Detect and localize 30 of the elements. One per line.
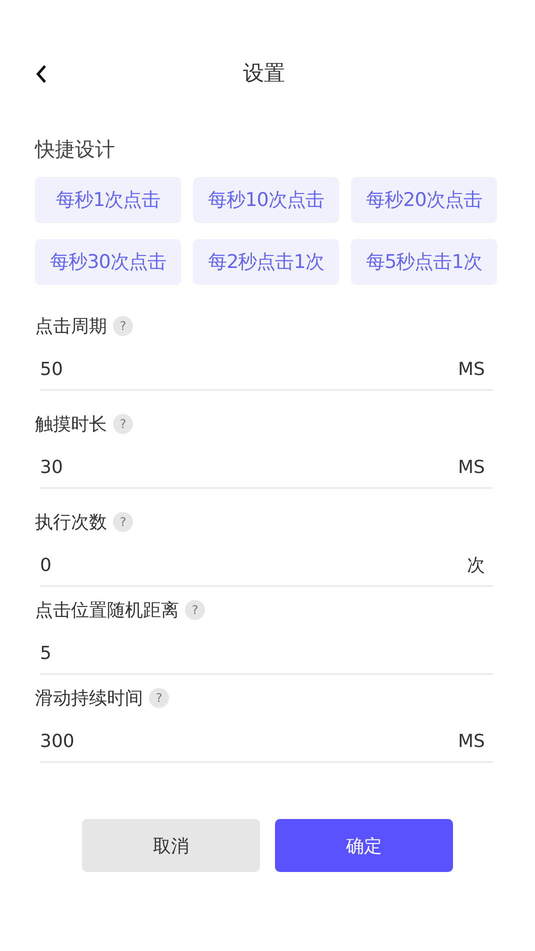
page-title: 设置	[243, 60, 285, 87]
field-label: 执行次数	[35, 511, 107, 534]
help-icon[interactable]: ?	[113, 316, 133, 336]
unit-label: MS	[458, 358, 485, 380]
preset-button[interactable]: 每5秒点击1次	[351, 239, 497, 285]
input-field[interactable]: 5	[40, 633, 493, 675]
section-title: 快捷设计	[35, 136, 116, 163]
help-icon[interactable]: ?	[149, 688, 169, 708]
input-field[interactable]: 30 MS	[40, 447, 493, 489]
unit-label: 次	[467, 554, 485, 577]
field-label: 点击周期	[35, 315, 107, 338]
preset-button[interactable]: 每秒20次点击	[351, 177, 497, 223]
confirm-button[interactable]: 确定	[275, 819, 453, 872]
cancel-button[interactable]: 取消	[82, 819, 260, 872]
help-icon[interactable]: ?	[113, 512, 133, 532]
preset-button[interactable]: 每秒30次点击	[35, 239, 181, 285]
input-field[interactable]: 0 次	[40, 545, 493, 587]
unit-label: MS	[458, 456, 485, 478]
preset-button[interactable]: 每秒10次点击	[193, 177, 339, 223]
field-label: 触摸时长	[35, 413, 107, 436]
field-label: 点击位置随机距离	[35, 599, 179, 622]
preset-button[interactable]: 每秒1次点击	[35, 177, 181, 223]
preset-button[interactable]: 每2秒点击1次	[193, 239, 339, 285]
back-icon[interactable]	[35, 64, 47, 84]
help-icon[interactable]: ?	[113, 414, 133, 434]
input-field[interactable]: 300 MS	[40, 721, 493, 763]
help-icon[interactable]: ?	[185, 600, 205, 620]
unit-label: MS	[458, 730, 485, 752]
input-field[interactable]: 50 MS	[40, 349, 493, 391]
field-label: 滑动持续时间	[35, 687, 143, 710]
